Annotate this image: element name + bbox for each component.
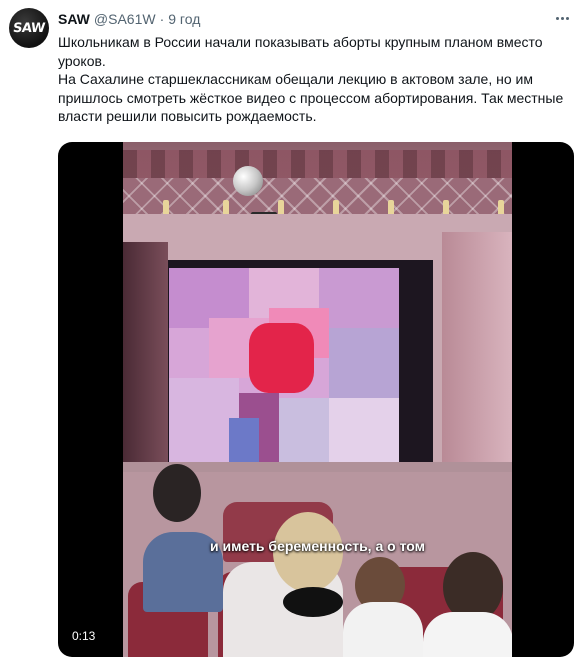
tweet-text-line: Школьникам в России начали показывать аб…: [58, 34, 543, 69]
video-frame[interactable]: и иметь беременность, а о том: [123, 142, 512, 657]
scene-person-head: [153, 464, 201, 522]
separator-dot: ·: [159, 11, 165, 27]
tweet-time[interactable]: 9 год: [168, 11, 200, 27]
scene-disco-ball: [233, 166, 263, 196]
scene-person: [343, 602, 423, 657]
author-handle[interactable]: @SA61W: [94, 11, 156, 27]
scene-audience: [123, 464, 512, 657]
avatar-logo-text: SAW: [12, 20, 46, 36]
author-display-name[interactable]: SAW: [58, 11, 90, 27]
tweet-text-line: На Сахалине старшеклассникам обещали лек…: [58, 71, 564, 124]
scene-side-curtain: [123, 242, 168, 472]
avatar[interactable]: SAW: [9, 8, 49, 48]
more-dots-icon[interactable]: [551, 9, 573, 27]
scene-hair-bow: [283, 587, 343, 617]
tweet[interactable]: SAW SAW @SA61W · 9 год Школьникам в Росс…: [0, 0, 583, 661]
pixelated-projection-screen: [169, 268, 399, 464]
video-timestamp: 0:13: [72, 629, 96, 643]
video-player[interactable]: и иметь беременность, а о том 0:13: [58, 142, 574, 657]
scene-valance: [123, 178, 512, 214]
tweet-header: SAW @SA61W · 9 год: [58, 9, 200, 29]
scene-person: [423, 612, 512, 657]
scene-side-curtain: [442, 232, 512, 482]
tweet-text: Школьникам в России начали показывать аб…: [58, 33, 573, 126]
video-subtitle: и иметь беременность, а о том: [210, 538, 425, 554]
